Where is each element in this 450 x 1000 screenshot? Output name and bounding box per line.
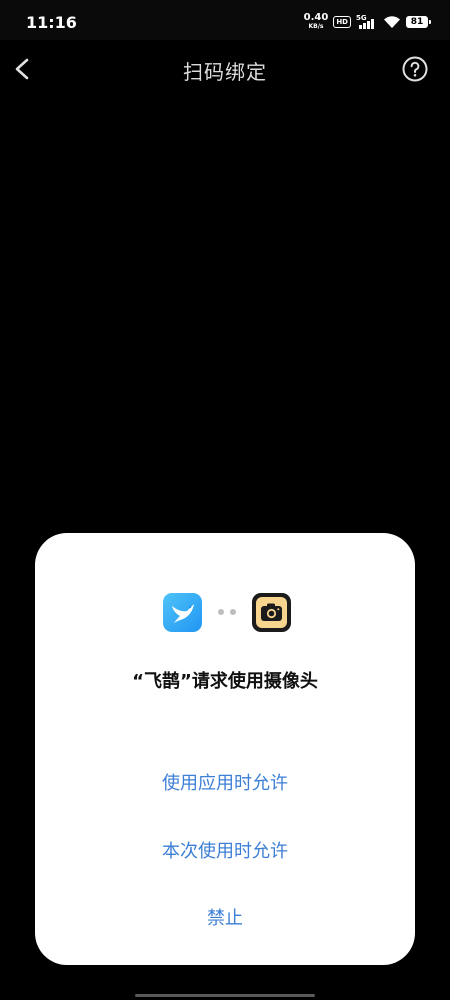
bird-icon: [163, 593, 202, 632]
network-speed: 0.40 KB/s: [304, 13, 329, 31]
hd-icon: HD: [333, 16, 351, 28]
battery-icon: 81: [406, 16, 431, 28]
cellular-signal-icon: 5G: [356, 14, 378, 29]
network-speed-unit: KB/s: [308, 23, 324, 30]
status-bar: 11:16 0.40 KB/s HD 5G 81: [0, 0, 450, 40]
app-bar: 扫码绑定: [0, 40, 450, 100]
page-title: 扫码绑定: [183, 60, 267, 84]
allow-this-time-button[interactable]: 本次使用时允许: [35, 837, 415, 863]
dialog-icons: [35, 593, 415, 633]
camera-permission-dialog: “飞鹊”请求使用摄像头 使用应用时允许 本次使用时允许 禁止: [35, 533, 415, 965]
question-circle-icon: [402, 56, 428, 82]
home-indicator[interactable]: [135, 994, 315, 997]
dialog-title: “飞鹊”请求使用摄像头: [132, 671, 318, 692]
camera-icon: [252, 593, 291, 632]
status-icons: 0.40 KB/s HD 5G 81: [304, 12, 431, 32]
connector-dots: [218, 609, 238, 617]
status-time: 11:16: [26, 13, 77, 32]
wifi-icon: [384, 16, 400, 28]
allow-while-using-button[interactable]: 使用应用时允许: [35, 769, 415, 795]
help-button[interactable]: [402, 56, 428, 82]
deny-button[interactable]: 禁止: [35, 904, 415, 930]
network-speed-value: 0.40: [303, 12, 329, 23]
battery-level: 81: [410, 17, 424, 27]
